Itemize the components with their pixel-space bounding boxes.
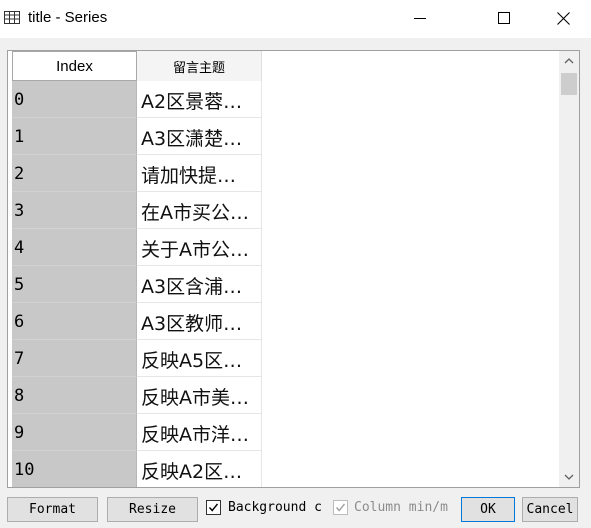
row-value[interactable]: 关于A市公… [137,229,262,266]
format-button[interactable]: Format [7,497,98,522]
row-index[interactable]: 6 [12,303,137,340]
row-value[interactable]: A3区教师… [137,303,262,340]
ok-button[interactable]: OK [461,497,515,522]
minimize-icon [414,18,426,19]
table-row: 2 请加快提… [12,155,262,192]
table-row: 5 A3区含浦… [12,266,262,303]
column-minmax-checkbox-label: Column min/m [354,500,448,515]
table-row: 8 反映A市美… [12,377,262,414]
maximize-icon [498,12,510,24]
series-table[interactable]: Index 留言主题 0 A2区景蓉… 1 A3区潇楚… 2 请加快提… 3 在… [7,50,580,488]
close-button[interactable] [540,0,586,36]
close-icon [556,11,570,25]
row-index[interactable]: 3 [12,192,137,229]
row-index[interactable]: 10 [12,451,137,487]
maximize-button[interactable] [481,0,527,36]
row-index[interactable]: 0 [12,81,137,118]
row-value[interactable]: A3区含浦… [137,266,262,303]
vertical-scrollbar[interactable] [559,51,579,487]
background-checkbox[interactable] [206,500,221,515]
row-value[interactable]: 反映A2区… [137,451,262,487]
row-index[interactable]: 8 [12,377,137,414]
column-header[interactable]: 留言主题 [137,51,262,81]
row-value[interactable]: 反映A市洋… [137,414,262,451]
scroll-down-button[interactable] [559,468,579,486]
row-value[interactable]: 在A市买公… [137,192,262,229]
column-minmax-checkbox [333,500,348,515]
cancel-button[interactable]: Cancel [522,497,578,522]
chevron-up-icon [564,58,574,64]
index-header[interactable]: Index [12,51,137,81]
title-bar: title - Series [0,0,591,38]
checkmark-icon [335,503,346,512]
table-row: 10 反映A2区… [12,451,262,487]
table-row: 7 反映A5区… [12,340,262,377]
row-index[interactable]: 7 [12,340,137,377]
row-index[interactable]: 9 [12,414,137,451]
row-value[interactable]: A2区景蓉… [137,81,262,118]
row-index[interactable]: 1 [12,118,137,155]
background-checkbox-label[interactable]: Background c [228,500,328,515]
table-row: 1 A3区潇楚… [12,118,262,155]
table-row: 9 反映A市洋… [12,414,262,451]
chevron-down-icon [564,474,574,480]
scroll-thumb[interactable] [561,73,577,95]
row-value[interactable]: 反映A市美… [137,377,262,414]
row-value[interactable]: 反映A5区… [137,340,262,377]
row-index[interactable]: 2 [12,155,137,192]
checkmark-icon [208,503,219,512]
table-icon [4,10,20,26]
table-row: 6 A3区教师… [12,303,262,340]
minimize-button[interactable] [397,0,443,36]
row-value[interactable]: 请加快提… [137,155,262,192]
row-value[interactable]: A3区潇楚… [137,118,262,155]
table-row: 4 关于A市公… [12,229,262,266]
row-index[interactable]: 4 [12,229,137,266]
row-index[interactable]: 5 [12,266,137,303]
table-row: 3 在A市买公… [12,192,262,229]
scroll-up-button[interactable] [559,52,579,70]
table-row: 0 A2区景蓉… [12,81,262,118]
window-title: title - Series [28,9,108,26]
resize-button[interactable]: Resize [107,497,198,522]
